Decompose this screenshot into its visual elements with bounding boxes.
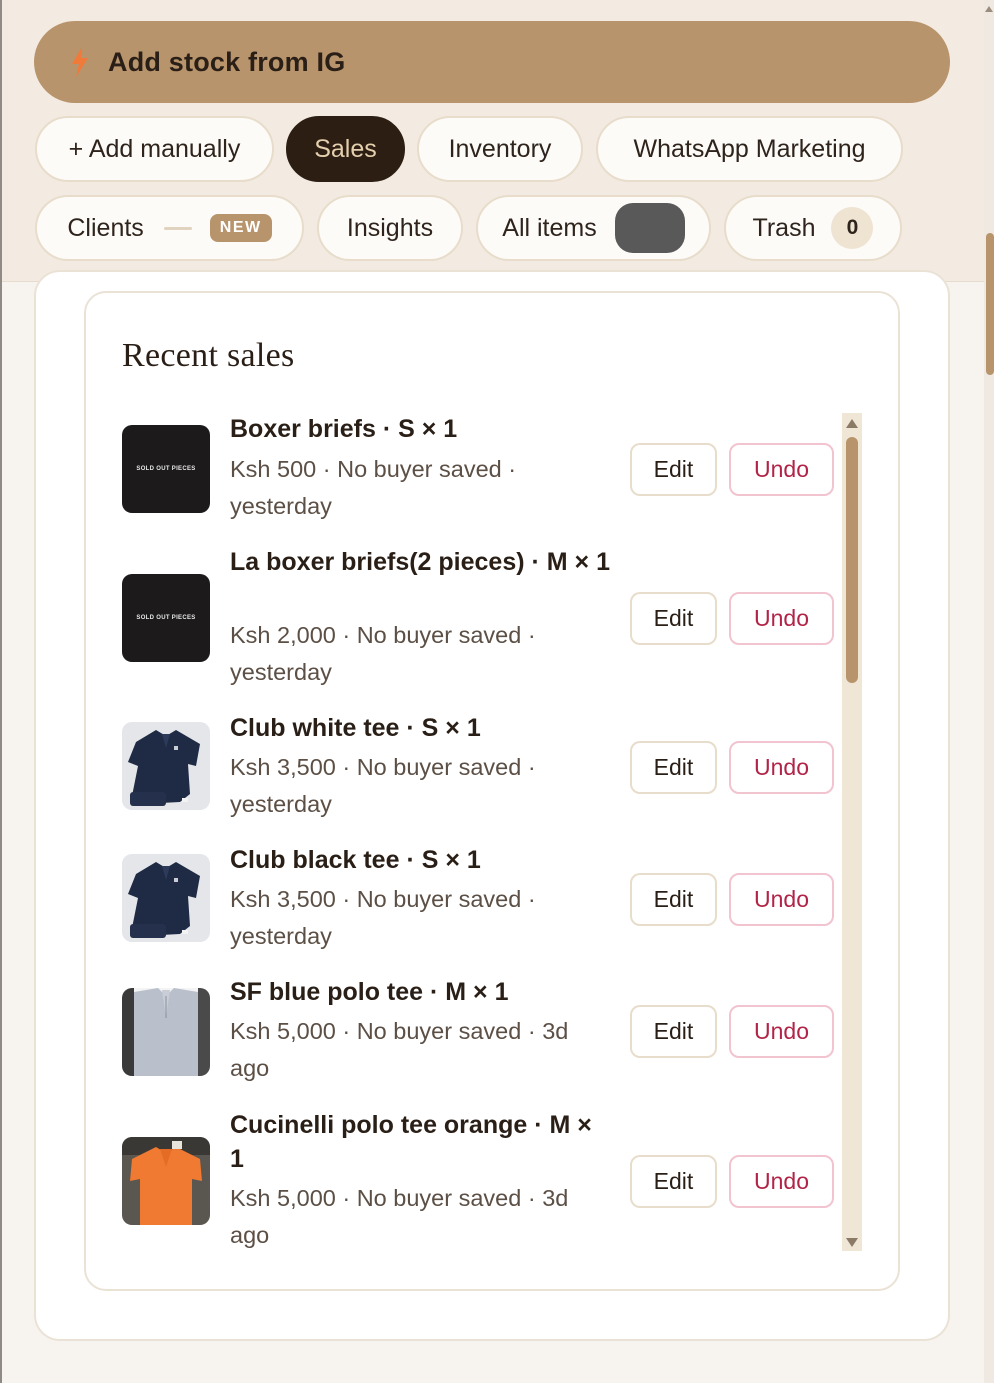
- undo-button[interactable]: Undo: [729, 1005, 834, 1058]
- product-thumbnail: [122, 1137, 210, 1225]
- sale-item-meta: Ksh 3,500 · No buyer saved · yesterday: [230, 886, 536, 949]
- new-badge: NEW: [209, 214, 272, 242]
- lightning-icon: [72, 47, 88, 77]
- product-thumbnail: [122, 988, 210, 1076]
- sale-item-meta: Ksh 500 · No buyer saved · yesterday: [230, 456, 517, 519]
- sale-item-name: Club white tee · S × 1: [230, 714, 481, 742]
- thumbnail-caption: SOLD OUT PIECES: [136, 466, 196, 472]
- page-scrollbar-thumb[interactable]: [986, 233, 994, 375]
- tab-inventory[interactable]: Inventory: [417, 116, 583, 182]
- sale-item-meta: Ksh 2,000 · No buyer saved · yesterday: [230, 622, 536, 685]
- page-scroll-up-icon[interactable]: [985, 6, 993, 12]
- tab-all-items[interactable]: All items: [476, 195, 711, 261]
- scroll-down-arrow-icon[interactable]: [846, 1238, 858, 1247]
- recent-sales-title: Recent sales: [122, 337, 295, 374]
- tab-clients-label: Clients: [67, 213, 144, 242]
- page-scrollbar[interactable]: [984, 0, 994, 1383]
- add-stock-from-ig-button[interactable]: Add stock from IG: [34, 21, 950, 103]
- tab-sales-label: Sales: [314, 134, 377, 163]
- edit-button[interactable]: Edit: [630, 1005, 717, 1058]
- all-items-toggle[interactable]: [614, 203, 685, 253]
- tab-whatsapp-marketing[interactable]: WhatsApp Marketing: [596, 116, 903, 182]
- tab-inventory-label: Inventory: [448, 134, 552, 163]
- sale-item-meta: Ksh 5,000 · No buyer saved · 3d ago: [230, 1185, 569, 1248]
- edit-button[interactable]: Edit: [630, 741, 717, 794]
- product-thumbnail: [122, 722, 210, 810]
- tab-clients[interactable]: Clients NEW: [35, 195, 304, 261]
- orange-polo-image: [122, 1137, 210, 1225]
- tab-add-manually[interactable]: + Add manually: [35, 116, 274, 182]
- undo-button[interactable]: Undo: [729, 1155, 834, 1208]
- sale-item-name: Boxer briefs · S × 1: [230, 415, 458, 443]
- edit-button[interactable]: Edit: [630, 1155, 717, 1208]
- thumbnail-caption: SOLD OUT PIECES: [136, 615, 196, 621]
- product-thumbnail: SOLD OUT PIECES: [122, 574, 210, 662]
- sale-item-name: La boxer briefs(2 pieces) · M × 1: [230, 548, 610, 576]
- undo-button[interactable]: Undo: [729, 443, 834, 496]
- edit-button[interactable]: Edit: [630, 873, 717, 926]
- tab-insights-label: Insights: [346, 213, 434, 242]
- divider-dash: [163, 226, 192, 230]
- tab-whatsapp-marketing-label: WhatsApp Marketing: [633, 134, 866, 163]
- grey-polo-image: [122, 988, 210, 1076]
- sale-item-name: Cucinelli polo tee orange · M × 1: [230, 1111, 592, 1173]
- undo-button[interactable]: Undo: [729, 741, 834, 794]
- undo-button[interactable]: Undo: [729, 873, 834, 926]
- product-thumbnail: [122, 854, 210, 942]
- list-scrollbar-thumb[interactable]: [846, 437, 858, 683]
- edit-button[interactable]: Edit: [630, 592, 717, 645]
- tab-add-manually-label: + Add manually: [68, 134, 241, 163]
- navy-polo-image: [122, 854, 210, 942]
- tab-insights[interactable]: Insights: [317, 195, 463, 261]
- tab-sales[interactable]: Sales: [286, 116, 405, 182]
- tab-all-items-label: All items: [502, 213, 597, 242]
- undo-button[interactable]: Undo: [729, 592, 834, 645]
- sale-item-name: Club black tee · S × 1: [230, 846, 481, 874]
- trash-count-badge: 0: [831, 207, 874, 249]
- navy-polo-image: [122, 722, 210, 810]
- sale-item-meta: Ksh 5,000 · No buyer saved · 3d ago: [230, 1018, 569, 1081]
- sale-item-meta: Ksh 3,500 · No buyer saved · yesterday: [230, 754, 536, 817]
- scroll-up-arrow-icon[interactable]: [846, 419, 858, 428]
- edit-button[interactable]: Edit: [630, 443, 717, 496]
- sale-item-name: SF blue polo tee · M × 1: [230, 978, 509, 1006]
- tab-trash-label: Trash: [752, 213, 816, 242]
- add-stock-from-ig-label: Add stock from IG: [108, 46, 346, 77]
- product-thumbnail: SOLD OUT PIECES: [122, 425, 210, 513]
- tab-trash[interactable]: Trash 0: [724, 195, 902, 261]
- top-toolbar: Add stock from IG + Add manually Sales I…: [2, 0, 984, 282]
